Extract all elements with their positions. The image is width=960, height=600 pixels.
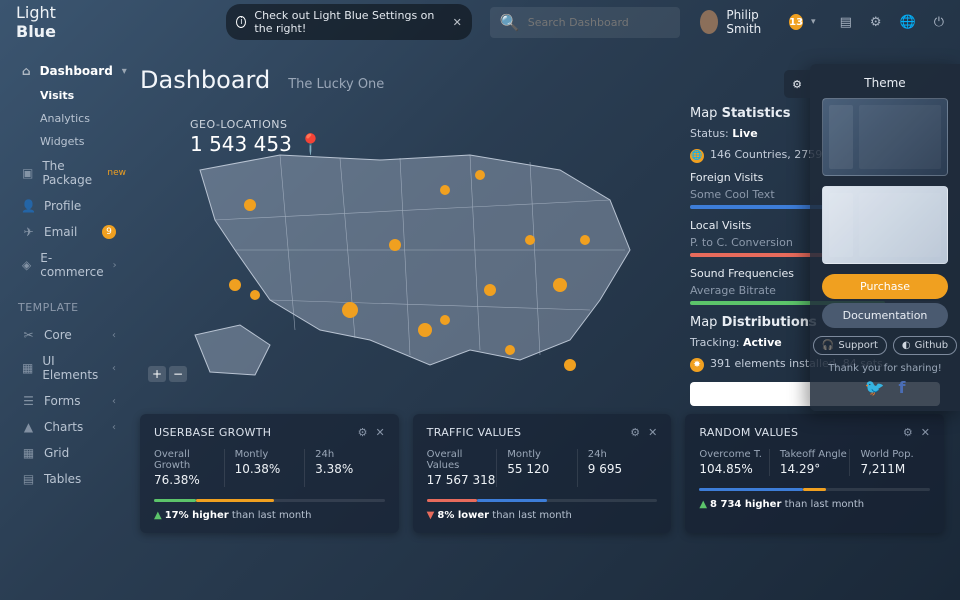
- settings-alert: i Check out Light Blue Settings on the r…: [226, 4, 472, 40]
- gear-icon[interactable]: ⚙: [630, 426, 640, 439]
- cut-icon: ✂: [22, 328, 35, 342]
- theme-toggle[interactable]: ⚙: [784, 70, 810, 98]
- headset-icon: 🎧: [822, 340, 834, 351]
- card-delta: ▲17% higher than last month: [154, 510, 385, 521]
- gear-icon: ⚙: [792, 78, 802, 91]
- purchase-button[interactable]: Purchase: [822, 274, 948, 299]
- user-icon: 👤: [22, 199, 35, 213]
- support-button[interactable]: 🎧Support: [813, 336, 887, 355]
- github-button[interactable]: ◐Github: [893, 336, 957, 355]
- sidebar-item-core[interactable]: ✂Core‹: [18, 322, 130, 348]
- globe-icon[interactable]: 🌐: [900, 15, 916, 30]
- globe-icon: 🌐: [690, 149, 704, 163]
- sidebar-sub-widgets[interactable]: Widgets: [40, 130, 130, 153]
- sidebar-item-ecommerce[interactable]: ◈ E-commerce ›: [18, 245, 130, 285]
- sidebar-item-grid[interactable]: ▦Grid: [18, 440, 130, 466]
- search-input[interactable]: [528, 16, 670, 29]
- theme-thumb-dark[interactable]: [822, 98, 948, 176]
- close-icon[interactable]: ✕: [648, 426, 657, 439]
- chart-icon: ▲: [22, 420, 35, 434]
- sidebar: ⌂ Dashboard ▾ Visits Analytics Widgets ▣…: [0, 44, 130, 492]
- map-label: GEO-LOCATIONS: [190, 118, 288, 131]
- chevron-right-icon: ›: [113, 260, 117, 271]
- notif-badge: 13: [789, 14, 803, 30]
- theme-title: Theme: [822, 76, 948, 90]
- stat-card: RANDOM VALUES ⚙✕ Overcome T.104.85%Takeo…: [685, 414, 944, 533]
- close-icon[interactable]: ✕: [375, 426, 384, 439]
- chevron-down-icon: ▾: [811, 17, 816, 27]
- theme-panel: ⚙ Theme Purchase Documentation 🎧Support …: [810, 64, 960, 411]
- twitter-icon[interactable]: 🐦: [865, 378, 885, 397]
- stat-card: TRAFFIC VALUES ⚙✕ Overall Values17 567 3…: [413, 414, 672, 533]
- info-icon: i: [236, 16, 246, 28]
- card-title: RANDOM VALUES: [699, 426, 798, 439]
- card-title: USERBASE GROWTH: [154, 426, 271, 439]
- gear-icon[interactable]: ⚙: [903, 426, 913, 439]
- close-icon[interactable]: ✕: [453, 16, 462, 29]
- search-box[interactable]: 🔍: [490, 7, 680, 38]
- email-badge: 9: [102, 225, 116, 239]
- gear-icon[interactable]: ⚙: [358, 426, 368, 439]
- package-icon: ▣: [22, 166, 33, 180]
- map-value: 1 543 453 📍: [190, 132, 323, 156]
- card-delta: ▼8% lower than last month: [427, 510, 658, 521]
- sidebar-item-email[interactable]: ✈ Email 9: [18, 219, 130, 245]
- gear-icon[interactable]: ⚙: [870, 15, 882, 30]
- sidebar-item-tables[interactable]: ▤Tables: [18, 466, 130, 492]
- sidebar-item-forms[interactable]: ☰Forms‹: [18, 388, 130, 414]
- template-header: TEMPLATE: [18, 301, 130, 314]
- facebook-icon[interactable]: f: [898, 378, 905, 397]
- send-icon: ✈: [22, 225, 35, 239]
- file-icon: ☰: [22, 394, 35, 408]
- card-delta: ▲8 734 higher than last month: [699, 499, 930, 510]
- page-subtitle: The Lucky One: [288, 77, 384, 92]
- power-icon[interactable]: ⏻: [934, 15, 944, 30]
- sidebar-item-ui[interactable]: ▦UI Elements‹: [18, 348, 130, 388]
- zoom-out[interactable]: −: [169, 366, 187, 382]
- usa-map[interactable]: GEO-LOCATIONS 1 543 453 📍: [140, 100, 670, 390]
- avatar: [700, 10, 718, 34]
- sidebar-sub-visits[interactable]: Visits: [40, 84, 130, 107]
- pin-icon: 📍: [298, 132, 323, 156]
- table-icon: ▤: [22, 472, 35, 486]
- chat-icon[interactable]: ▤: [840, 15, 852, 30]
- stat-card: USERBASE GROWTH ⚙✕ Overall Growth76.38%M…: [140, 414, 399, 533]
- grid-icon: ▦: [22, 446, 35, 460]
- user-menu[interactable]: Philip Smith 13 ▾: [700, 8, 816, 36]
- sidebar-item-charts[interactable]: ▲Charts‹: [18, 414, 130, 440]
- github-icon: ◐: [902, 340, 911, 351]
- search-icon: 🔍: [500, 13, 520, 32]
- docs-button[interactable]: Documentation: [822, 303, 948, 328]
- page-title: Dashboard: [140, 66, 270, 94]
- card-title: TRAFFIC VALUES: [427, 426, 522, 439]
- zoom-in[interactable]: +: [148, 366, 166, 382]
- chevron-down-icon: ▾: [122, 66, 127, 77]
- layers-icon: ▦: [22, 361, 33, 375]
- sidebar-item-package[interactable]: ▣ The Packagenew: [18, 153, 130, 193]
- brand: Light Blue: [16, 3, 86, 41]
- sidebar-sub-analytics[interactable]: Analytics: [40, 107, 130, 130]
- close-icon[interactable]: ✕: [921, 426, 930, 439]
- cog-icon: ✸: [690, 358, 704, 372]
- theme-thumb-light[interactable]: [822, 186, 948, 264]
- diamond-icon: ◈: [22, 258, 31, 272]
- share-label: Thank you for sharing!: [822, 363, 948, 374]
- sidebar-item-profile[interactable]: 👤 Profile: [18, 193, 130, 219]
- sidebar-item-dashboard[interactable]: ⌂ Dashboard ▾: [18, 58, 130, 84]
- home-icon: ⌂: [22, 64, 31, 78]
